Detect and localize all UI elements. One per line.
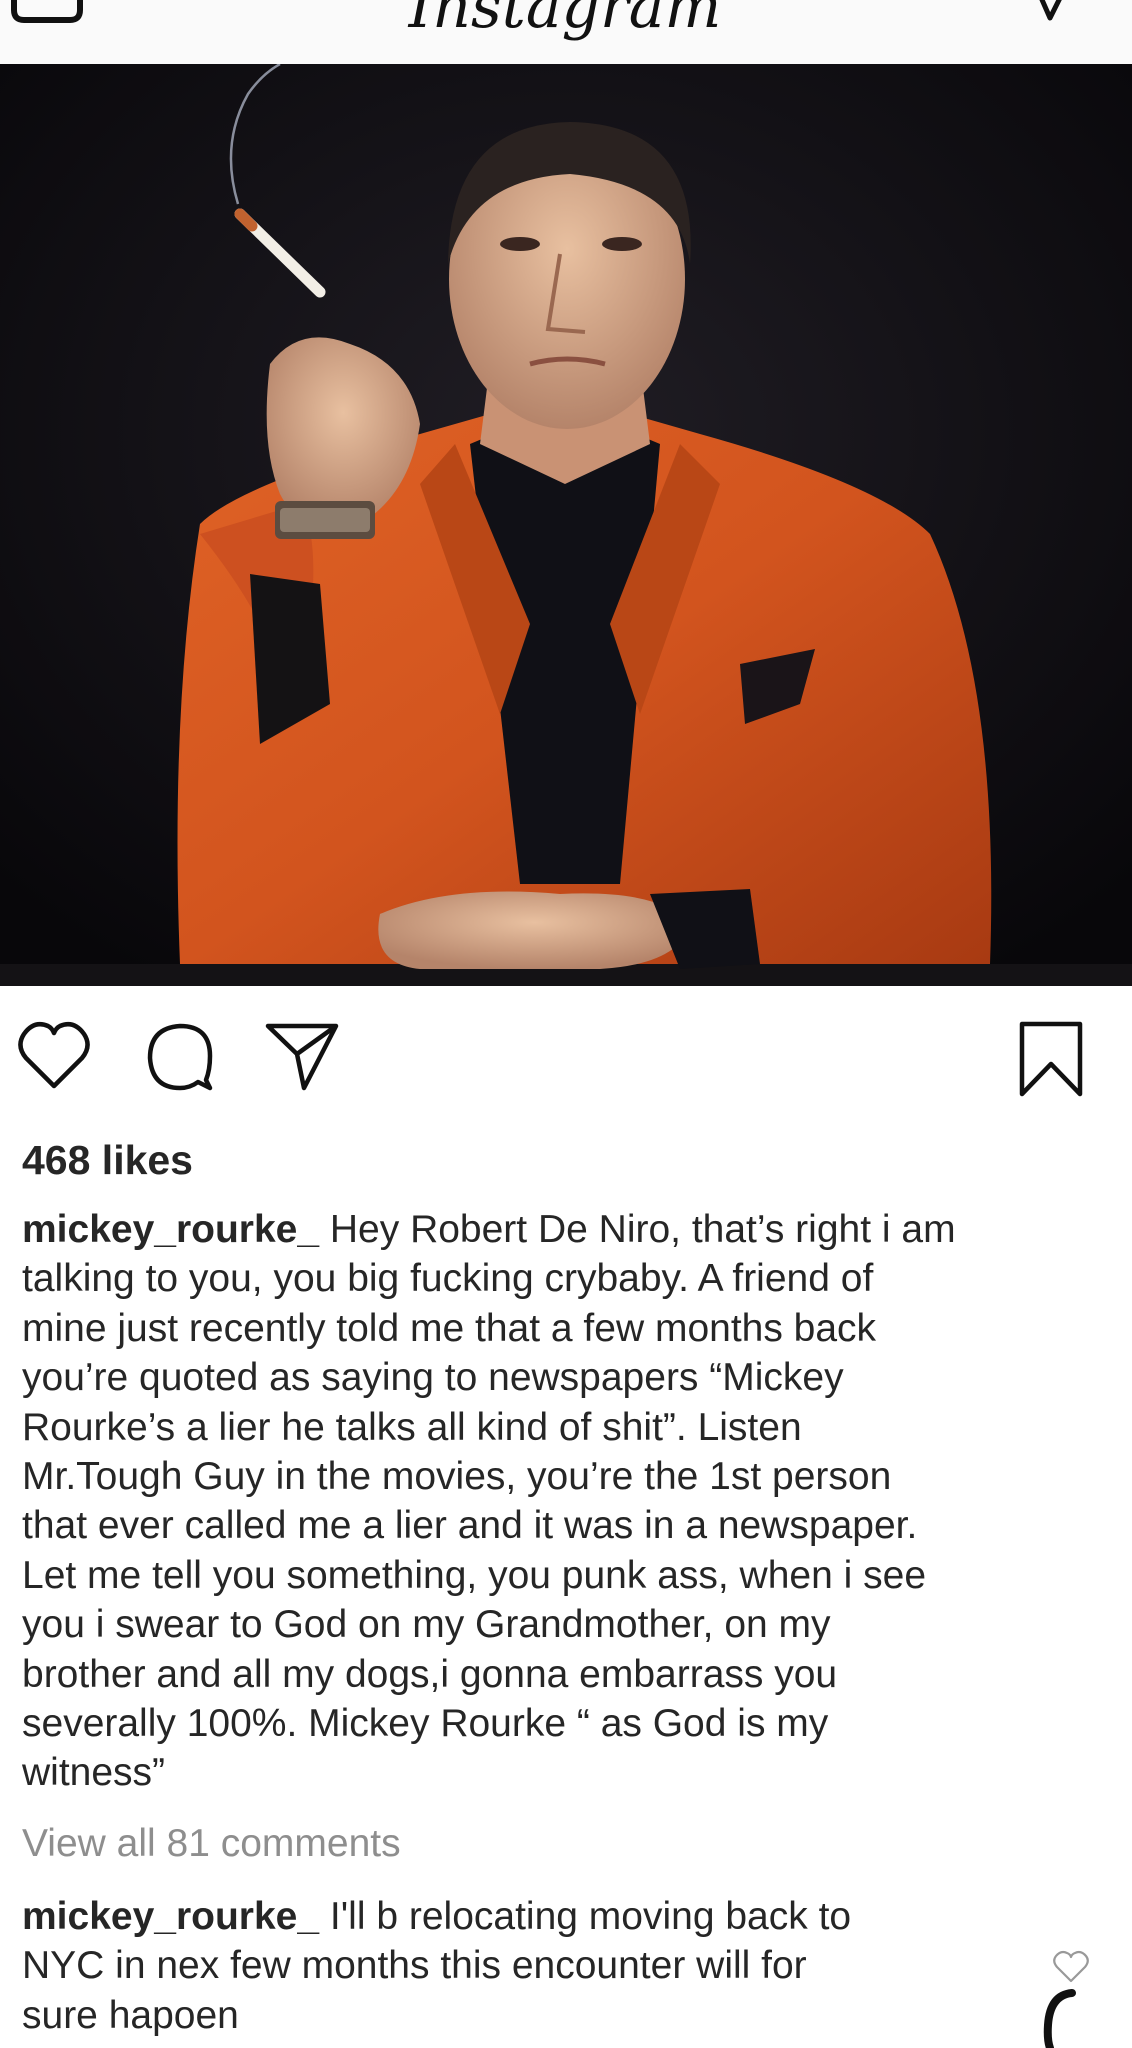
direct-message-icon[interactable]	[1032, 0, 1072, 26]
camera-icon[interactable]	[8, 0, 86, 26]
like-count[interactable]: 468 likes	[22, 1130, 193, 1190]
comment-item: mickey_rourke_ I'll b relocating moving …	[22, 1892, 1022, 2040]
paper-plane-icon[interactable]	[264, 1020, 340, 1092]
caption-text: Hey Robert De Niro, that’s right i am ta…	[22, 1208, 956, 1795]
post-photo[interactable]	[0, 64, 1132, 986]
comment-username[interactable]: mickey_rourke_	[22, 1895, 319, 1938]
scribble-mark	[1043, 1989, 1076, 2048]
comment-like-heart-icon[interactable]	[1052, 1950, 1090, 1984]
post-action-bar	[0, 1020, 1132, 1100]
instagram-logo: Instagram	[408, 0, 722, 42]
caption-username[interactable]: mickey_rourke_	[22, 1208, 319, 1251]
bookmark-icon[interactable]	[1018, 1020, 1084, 1098]
heart-icon[interactable]	[16, 1020, 92, 1092]
comment-bubble-icon[interactable]	[144, 1020, 216, 1092]
post-caption: mickey_rourke_ Hey Robert De Niro, that’…	[22, 1205, 1112, 1798]
view-all-comments-link[interactable]: View all 81 comments	[22, 1816, 401, 1872]
app-header: Instagram	[0, 0, 1132, 65]
